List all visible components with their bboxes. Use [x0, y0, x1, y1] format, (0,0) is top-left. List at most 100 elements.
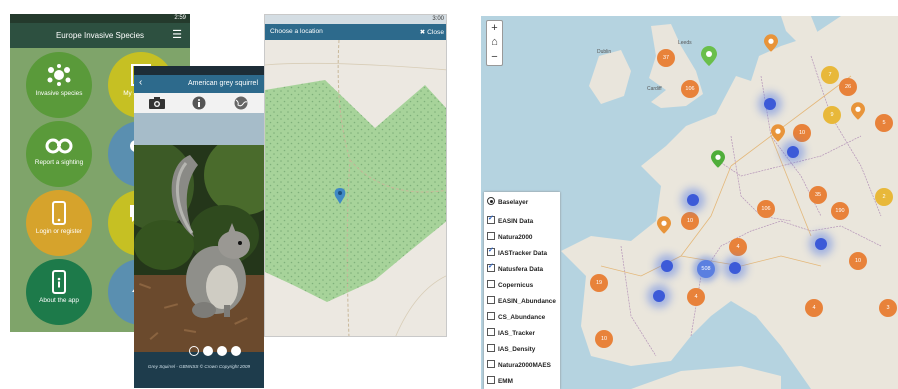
layer-cs-abundance[interactable]: CS_Abundance	[487, 312, 545, 321]
checkbox[interactable]	[487, 262, 495, 272]
layer-copernicus[interactable]: Copernicus	[487, 280, 533, 289]
ias-marker[interactable]	[661, 260, 673, 272]
layer-ias-tracker[interactable]: IAS_Tracker	[487, 328, 535, 337]
checkbox[interactable]	[487, 360, 495, 368]
zoom-out-button[interactable]: −	[487, 50, 502, 64]
map-cluster[interactable]: 4	[729, 238, 747, 256]
squirrel-photo[interactable]	[134, 145, 264, 352]
ias-marker[interactable]	[729, 262, 741, 274]
map-cluster[interactable]: 106	[757, 200, 775, 218]
bubbles-icon	[47, 64, 71, 86]
orange-pin-icon[interactable]	[771, 124, 785, 142]
map-cluster[interactable]: 10	[849, 252, 867, 270]
checkbox[interactable]	[487, 344, 495, 352]
orange-pin-icon[interactable]	[657, 216, 671, 234]
layer-label: EMM	[498, 378, 513, 385]
carousel-dot[interactable]	[203, 346, 213, 356]
map-cluster[interactable]: 5	[875, 114, 893, 132]
tile-label: About the app	[39, 297, 79, 304]
carousel-dot[interactable]	[217, 346, 227, 356]
carousel-dot[interactable]	[189, 346, 199, 356]
checkbox[interactable]	[487, 328, 495, 336]
orange-pin-icon[interactable]	[764, 34, 778, 52]
layer-switcher: Baselayer EASIN Data Natura2000 IASTrack…	[484, 192, 560, 389]
layer-label: IAS_Density	[498, 346, 536, 353]
zoom-in-button[interactable]: +	[487, 21, 502, 35]
hamburger-icon[interactable]: ☰	[172, 30, 182, 41]
status-bar: 2:59	[10, 14, 190, 23]
carousel-dot[interactable]	[231, 346, 241, 356]
status-time: 2:59	[174, 15, 186, 21]
orange-pin-icon[interactable]	[851, 102, 865, 120]
layer-label: Copernicus	[498, 282, 534, 289]
layer-iastracker-data[interactable]: IASTracker Data	[487, 246, 548, 257]
camera-icon[interactable]	[146, 96, 168, 110]
map-cluster[interactable]: 4	[805, 299, 823, 317]
map-cluster[interactable]: 26	[839, 78, 857, 96]
checkbox[interactable]	[487, 214, 495, 224]
map-cluster[interactable]: 106	[681, 80, 699, 98]
checkbox[interactable]	[487, 232, 495, 240]
layer-easin-data[interactable]: EASIN Data	[487, 214, 534, 225]
layer-baselayer[interactable]: Baselayer	[487, 197, 528, 206]
city-label: Dublin	[597, 49, 612, 55]
info-icon[interactable]	[188, 96, 210, 110]
close-button[interactable]: ✖ Close	[420, 28, 444, 36]
ias-marker[interactable]	[653, 290, 665, 302]
checkbox[interactable]	[487, 280, 495, 288]
layer-label: IASTracker Data	[498, 250, 548, 257]
map-cluster[interactable]: 9	[823, 106, 841, 124]
map-cluster[interactable]: 35	[809, 186, 827, 204]
layer-emm[interactable]: EMM	[487, 376, 513, 385]
ias-marker[interactable]	[687, 194, 699, 206]
checkbox[interactable]	[487, 376, 495, 384]
green-pin-icon[interactable]	[701, 46, 717, 66]
layer-label: IAS_Tracker	[498, 330, 535, 337]
map-cluster[interactable]: 19	[590, 274, 608, 292]
layer-easin-abundance[interactable]: EASIN_Abundance	[487, 296, 556, 305]
map-cluster[interactable]: 4	[687, 288, 705, 306]
checkbox[interactable]	[487, 246, 495, 256]
photo-caption: Grey Squirrel - GBNNSS © Crown Copyright…	[147, 364, 251, 369]
species-toolbar	[134, 93, 264, 114]
map-cluster[interactable]: 190	[831, 202, 849, 220]
species-screen: ‹ American grey squirrel Grey Squirrel -…	[134, 66, 264, 388]
chevron-left-icon[interactable]: ‹	[139, 77, 142, 88]
tile-invasive-species[interactable]: Invasive species	[26, 52, 92, 118]
layer-natura2000maes[interactable]: Natura2000MAES	[487, 360, 551, 369]
tile-about-app[interactable]: About the app	[26, 259, 92, 325]
ias-marker[interactable]	[764, 98, 776, 110]
layer-natusfera-data[interactable]: Natusfera Data	[487, 262, 544, 273]
globe-icon[interactable]	[230, 96, 252, 110]
location-screen: 3:00 Choose a location ✖ Close	[264, 14, 447, 337]
layer-natura2000[interactable]: Natura2000	[487, 232, 532, 241]
map-cluster[interactable]: 2	[875, 188, 893, 206]
layer-label: EASIN Data	[498, 218, 534, 225]
map-cluster[interactable]: 10	[793, 124, 811, 142]
tile-login-register[interactable]: Login or register	[26, 190, 92, 256]
status-time: 3:00	[432, 16, 444, 22]
map-cluster[interactable]: 10	[595, 330, 613, 348]
map-cluster[interactable]: 3	[879, 299, 897, 317]
radio[interactable]	[487, 197, 495, 205]
location-map[interactable]	[265, 40, 447, 337]
ias-marker[interactable]	[787, 146, 799, 158]
checkbox[interactable]	[487, 296, 495, 304]
checkbox[interactable]	[487, 312, 495, 320]
phone-icon	[52, 201, 66, 225]
green-pin-icon[interactable]	[711, 150, 725, 168]
app-title: Europe Invasive Species	[55, 31, 145, 40]
home-icon[interactable]: ⌂	[487, 35, 502, 49]
zoom-control: + ⌂ −	[486, 20, 503, 66]
app-header: Europe Invasive Species ☰	[10, 23, 190, 48]
map-cluster[interactable]: 7	[821, 66, 839, 84]
map-cluster[interactable]: 10	[681, 212, 699, 230]
tile-report-sighting[interactable]: Report a sighting	[26, 121, 92, 187]
ias-marker[interactable]	[815, 238, 827, 250]
location-header: Choose a location ✖ Close	[265, 24, 446, 40]
map-cluster[interactable]: 508	[697, 260, 715, 278]
tile-label: Report a sighting	[34, 159, 84, 166]
map-cluster[interactable]: 37	[657, 49, 675, 67]
layer-ias-density[interactable]: IAS_Density	[487, 344, 535, 353]
layer-label: Natusfera Data	[498, 266, 544, 273]
